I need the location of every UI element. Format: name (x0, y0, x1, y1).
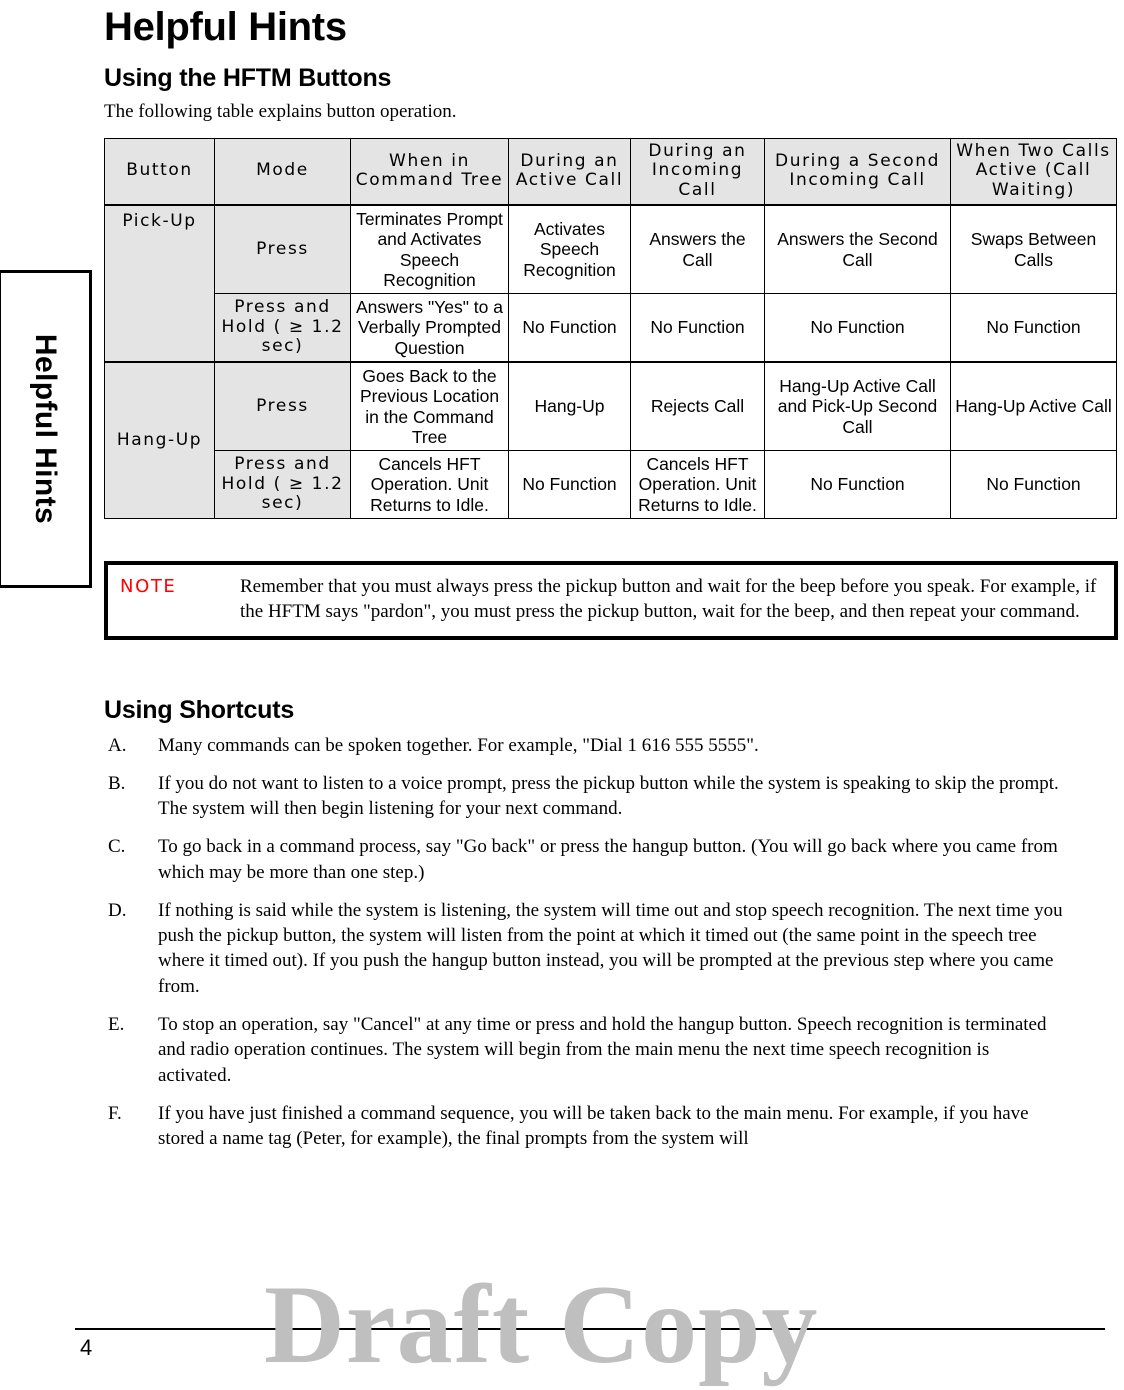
cell-two-calls-active: Swaps Between Calls (950, 204, 1117, 295)
list-item-text: If nothing is said while the system is l… (158, 899, 1063, 997)
footer-divider (75, 1328, 1105, 1330)
side-tab-helpful-hints: Helpful Hints (0, 270, 92, 588)
list-item-marker: F. (108, 1102, 122, 1124)
cell-active-call: No Function (508, 450, 631, 520)
document-page: Helpful Hints Helpful Hints Using the HF… (0, 0, 1124, 1387)
intro-paragraph: The following table explains button oper… (104, 101, 457, 122)
cell-mode-press-and-hold: Press and Hold ( ≥ 1.2 sec) (214, 293, 351, 363)
list-item: A. Many commands can be spoken together.… (104, 733, 1118, 758)
cell-second-incoming-call: No Function (764, 450, 951, 520)
list-item-marker: E. (108, 1013, 125, 1035)
cell-two-calls-active: No Function (950, 293, 1117, 363)
list-item-text: To stop an operation, say "Cancel" at an… (158, 1013, 1047, 1086)
list-item: C. To go back in a command process, say … (104, 834, 1118, 885)
hftm-button-table: Button Mode When in Command Tree During … (104, 137, 1117, 520)
cell-button-pickup: Pick-Up (104, 204, 215, 363)
section-title-using-hftm-buttons: Using the HFTM Buttons (104, 64, 392, 92)
page-content: Helpful Hints Using the HFTM Buttons The… (104, 0, 1118, 1387)
shortcuts-list: A. Many commands can be spoken together.… (104, 733, 1118, 1152)
list-item-marker: A. (108, 734, 127, 756)
page-title: Helpful Hints (104, 5, 347, 49)
column-header-command-tree: When in Command Tree (350, 137, 509, 206)
cell-incoming-call: Answers the Call (630, 204, 765, 295)
page-footer: 4 (75, 1328, 1105, 1361)
column-header-mode: Mode (214, 137, 351, 206)
cell-second-incoming-call: No Function (764, 293, 951, 363)
cell-command-tree: Terminates Prompt and Activates Speech R… (350, 204, 509, 295)
cell-command-tree: Answers "Yes" to a Verbally Prompted Que… (350, 293, 509, 363)
note-section: Draft Copy NOTE Remember that you must a… (104, 561, 1118, 1387)
list-item-marker: D. (108, 899, 127, 921)
cell-mode-press: Press (214, 360, 351, 452)
list-item: F. If you have just finished a command s… (104, 1101, 1118, 1152)
column-header-button: Button (104, 137, 215, 206)
cell-command-tree: Goes Back to the Previous Location in th… (350, 360, 509, 452)
column-header-two-calls-active: When Two Calls Active (Call Waiting) (950, 137, 1117, 206)
list-item: D. If nothing is said while the system i… (104, 898, 1118, 999)
column-header-incoming-call: During an Incoming Call (630, 137, 765, 206)
table-row: Press and Hold ( ≥ 1.2 sec) Cancels HFT … (105, 450, 1117, 520)
list-item-marker: B. (108, 772, 126, 794)
list-item: B. If you do not want to listen to a voi… (104, 771, 1118, 822)
cell-active-call: No Function (508, 293, 631, 363)
column-header-active-call: During an Active Call (508, 137, 631, 206)
list-item: E. To stop an operation, say "Cancel" at… (104, 1012, 1118, 1088)
draft-copy-watermark: Draft Copy (264, 1263, 819, 1388)
cell-second-incoming-call: Hang-Up Active Call and Pick-Up Second C… (764, 360, 951, 452)
cell-active-call: Activates Speech Recognition (508, 204, 631, 295)
cell-button-hangup: Hang-Up (104, 360, 215, 520)
cell-second-incoming-call: Answers the Second Call (764, 204, 951, 295)
side-tab-label: Helpful Hints (29, 333, 62, 525)
page-number: 4 (80, 1335, 93, 1360)
section-title-using-shortcuts: Using Shortcuts (104, 695, 295, 724)
cell-mode-press: Press (214, 204, 351, 295)
list-item-text: Many commands can be spoken together. Fo… (158, 734, 759, 756)
cell-two-calls-active: No Function (950, 450, 1117, 520)
cell-command-tree: Cancels HFT Operation. Unit Returns to I… (350, 450, 509, 520)
table-row: Pick-Up Press Terminates Prompt and Acti… (104, 204, 1117, 363)
list-item-marker: C. (108, 836, 126, 858)
list-item-text: If you do not want to listen to a voice … (158, 772, 1059, 820)
note-box: NOTE Remember that you must always press… (104, 561, 1118, 640)
note-label: NOTE (120, 576, 177, 598)
cell-mode-press-and-hold: Press and Hold ( ≥ 1.2 sec) (214, 450, 351, 520)
cell-active-call: Hang-Up (508, 360, 631, 452)
column-header-second-incoming-call: During a Second Incoming Call (764, 137, 951, 206)
list-item-text: If you have just finished a command sequ… (158, 1102, 1029, 1150)
table-row: Hang-Up Press Goes Back to the Previous … (104, 360, 1117, 520)
cell-incoming-call: No Function (630, 293, 765, 363)
list-item-text: To go back in a command process, say "Go… (158, 836, 1058, 883)
table-header-row: Button Mode When in Command Tree During … (104, 137, 1117, 206)
cell-incoming-call: Cancels HFT Operation. Unit Returns to I… (630, 450, 765, 520)
cell-two-calls-active: Hang-Up Active Call (950, 360, 1117, 452)
table-row: Press and Hold ( ≥ 1.2 sec) Answers "Yes… (105, 293, 1117, 363)
cell-incoming-call: Rejects Call (630, 360, 765, 452)
note-text: Remember that you must always press the … (240, 576, 1097, 623)
